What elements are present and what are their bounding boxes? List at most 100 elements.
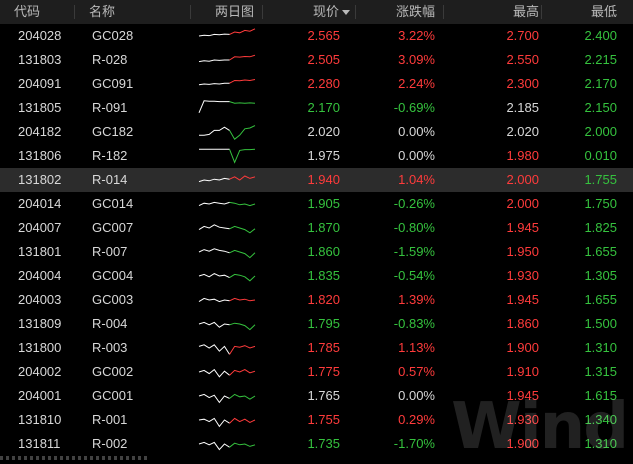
row-low: 1.315 xyxy=(584,364,617,379)
header-two-day-chart[interactable]: 两日图 xyxy=(215,0,254,24)
header-low[interactable]: 最低 xyxy=(591,0,617,24)
row-change-pct: 0.00% xyxy=(398,148,435,163)
two-day-sparkline xyxy=(198,192,258,216)
row-high: 1.950 xyxy=(506,244,539,259)
sparkline-day2 xyxy=(229,442,256,448)
sparkline-day1 xyxy=(198,417,230,428)
row-name: GC002 xyxy=(92,364,134,379)
sparkline-day2 xyxy=(229,225,256,234)
row-change-pct: 1.39% xyxy=(398,292,435,307)
row-code: 131805 xyxy=(18,100,62,115)
table-row[interactable]: 204091 GC091 2.280 2.24% 2.300 2.170 xyxy=(0,72,633,96)
table-row[interactable]: 204028 GC028 2.565 3.22% 2.700 2.400 xyxy=(0,24,633,48)
table-row[interactable]: 204182 GC182 2.020 0.00% 2.020 2.000 xyxy=(0,120,633,144)
table-row[interactable]: 131809 R-004 1.795 -0.83% 1.860 1.500 xyxy=(0,312,633,336)
row-code: 204182 xyxy=(18,124,62,139)
row-high: 1.910 xyxy=(506,364,539,379)
sparkline-day1 xyxy=(198,59,230,63)
table-row[interactable]: 131811 R-002 1.735 -1.70% 1.900 1.310 xyxy=(0,432,633,456)
row-price: 1.775 xyxy=(307,364,340,379)
table-row[interactable]: 204003 GC003 1.820 1.39% 1.945 1.655 xyxy=(0,288,633,312)
row-code: 204001 xyxy=(18,388,62,403)
sort-desc-icon[interactable] xyxy=(342,10,350,15)
row-change-pct: -0.69% xyxy=(393,100,435,115)
column-divider[interactable] xyxy=(190,5,191,19)
row-name: GC004 xyxy=(92,268,134,283)
header-change-pct[interactable]: 涨跌幅 xyxy=(396,0,435,24)
two-day-sparkline xyxy=(198,384,258,408)
table-row[interactable]: 131810 R-001 1.755 0.29% 1.930 1.340 xyxy=(0,408,633,432)
row-change-pct: 2.24% xyxy=(398,76,435,91)
row-code: 204003 xyxy=(18,292,62,307)
sparkline-day2 xyxy=(229,273,256,282)
sparkline-day2 xyxy=(229,369,256,376)
row-name: R-004 xyxy=(92,316,128,331)
row-low: 1.310 xyxy=(584,340,617,355)
two-day-sparkline xyxy=(198,48,258,72)
column-divider[interactable] xyxy=(443,5,444,19)
table-row[interactable]: 204014 GC014 1.905 -0.26% 2.000 1.750 xyxy=(0,192,633,216)
two-day-sparkline xyxy=(198,312,258,336)
sparkline-day1 xyxy=(198,82,230,86)
table-row[interactable]: 204007 GC007 1.870 -0.80% 1.945 1.825 xyxy=(0,216,633,240)
row-low: 0.010 xyxy=(584,148,617,163)
column-divider[interactable] xyxy=(262,5,263,19)
row-change-pct: 0.00% xyxy=(398,388,435,403)
row-change-pct: 1.13% xyxy=(398,340,435,355)
table-row[interactable]: 204004 GC004 1.835 -0.54% 1.930 1.305 xyxy=(0,264,633,288)
row-code: 131802 xyxy=(18,172,62,187)
two-day-sparkline xyxy=(198,24,258,48)
row-change-pct: 3.22% xyxy=(398,28,435,43)
row-high: 1.945 xyxy=(506,220,539,235)
row-price: 1.765 xyxy=(307,388,340,403)
row-low: 1.500 xyxy=(584,316,617,331)
table-row[interactable]: 131800 R-003 1.785 1.13% 1.900 1.310 xyxy=(0,336,633,360)
table-row[interactable]: 204001 GC001 1.765 0.00% 1.945 1.615 xyxy=(0,384,633,408)
table-row[interactable]: 131802 R-014 1.940 1.04% 2.000 1.755 xyxy=(0,168,633,192)
row-change-pct: 0.57% xyxy=(398,364,435,379)
row-low: 2.150 xyxy=(584,100,617,115)
sparkline-day2 xyxy=(229,249,256,259)
sparkline-day1 xyxy=(198,100,230,113)
row-change-pct: 3.09% xyxy=(398,52,435,67)
row-code: 204002 xyxy=(18,364,62,379)
header-name[interactable]: 名称 xyxy=(89,0,115,24)
table-row[interactable]: 131803 R-028 2.505 3.09% 2.550 2.215 xyxy=(0,48,633,72)
table-row[interactable]: 131801 R-007 1.860 -1.59% 1.950 1.655 xyxy=(0,240,633,264)
column-divider[interactable] xyxy=(541,5,542,19)
table-row[interactable]: 204002 GC002 1.775 0.57% 1.910 1.315 xyxy=(0,360,633,384)
column-divider[interactable] xyxy=(355,5,356,19)
row-name: R-014 xyxy=(92,172,128,187)
header-price[interactable]: 现价 xyxy=(313,0,350,24)
row-high: 1.945 xyxy=(506,292,539,307)
row-change-pct: 1.04% xyxy=(398,172,435,187)
row-name: GC014 xyxy=(92,196,134,211)
sparkline-day2 xyxy=(229,175,256,181)
row-high: 1.900 xyxy=(506,340,539,355)
header-price-label: 现价 xyxy=(312,4,339,19)
row-code: 131803 xyxy=(18,52,62,67)
table-row[interactable]: 131806 R-182 1.975 0.00% 1.980 0.010 xyxy=(0,144,633,168)
sparkline-day2 xyxy=(229,79,256,84)
two-day-sparkline xyxy=(198,72,258,96)
row-price: 1.755 xyxy=(307,412,340,427)
row-low: 1.825 xyxy=(584,220,617,235)
row-low: 1.305 xyxy=(584,268,617,283)
row-low: 1.655 xyxy=(584,244,617,259)
sparkline-day2 xyxy=(229,393,256,400)
header-high[interactable]: 最高 xyxy=(513,0,539,24)
row-high: 1.900 xyxy=(506,436,539,451)
row-high: 1.930 xyxy=(506,268,539,283)
column-divider[interactable] xyxy=(74,5,75,19)
table-row[interactable]: 131805 R-091 2.170 -0.69% 2.185 2.150 xyxy=(0,96,633,120)
bottom-scrollbar[interactable] xyxy=(0,456,150,460)
row-low: 1.655 xyxy=(584,292,617,307)
sparkline-day1 xyxy=(198,321,230,328)
header-code[interactable]: 代码 xyxy=(14,0,40,24)
two-day-sparkline xyxy=(198,216,258,240)
two-day-sparkline xyxy=(198,288,258,312)
row-price: 1.820 xyxy=(307,292,340,307)
sparkline-day1 xyxy=(198,344,230,355)
sparkline-day1 xyxy=(198,248,230,254)
row-price: 1.975 xyxy=(307,148,340,163)
